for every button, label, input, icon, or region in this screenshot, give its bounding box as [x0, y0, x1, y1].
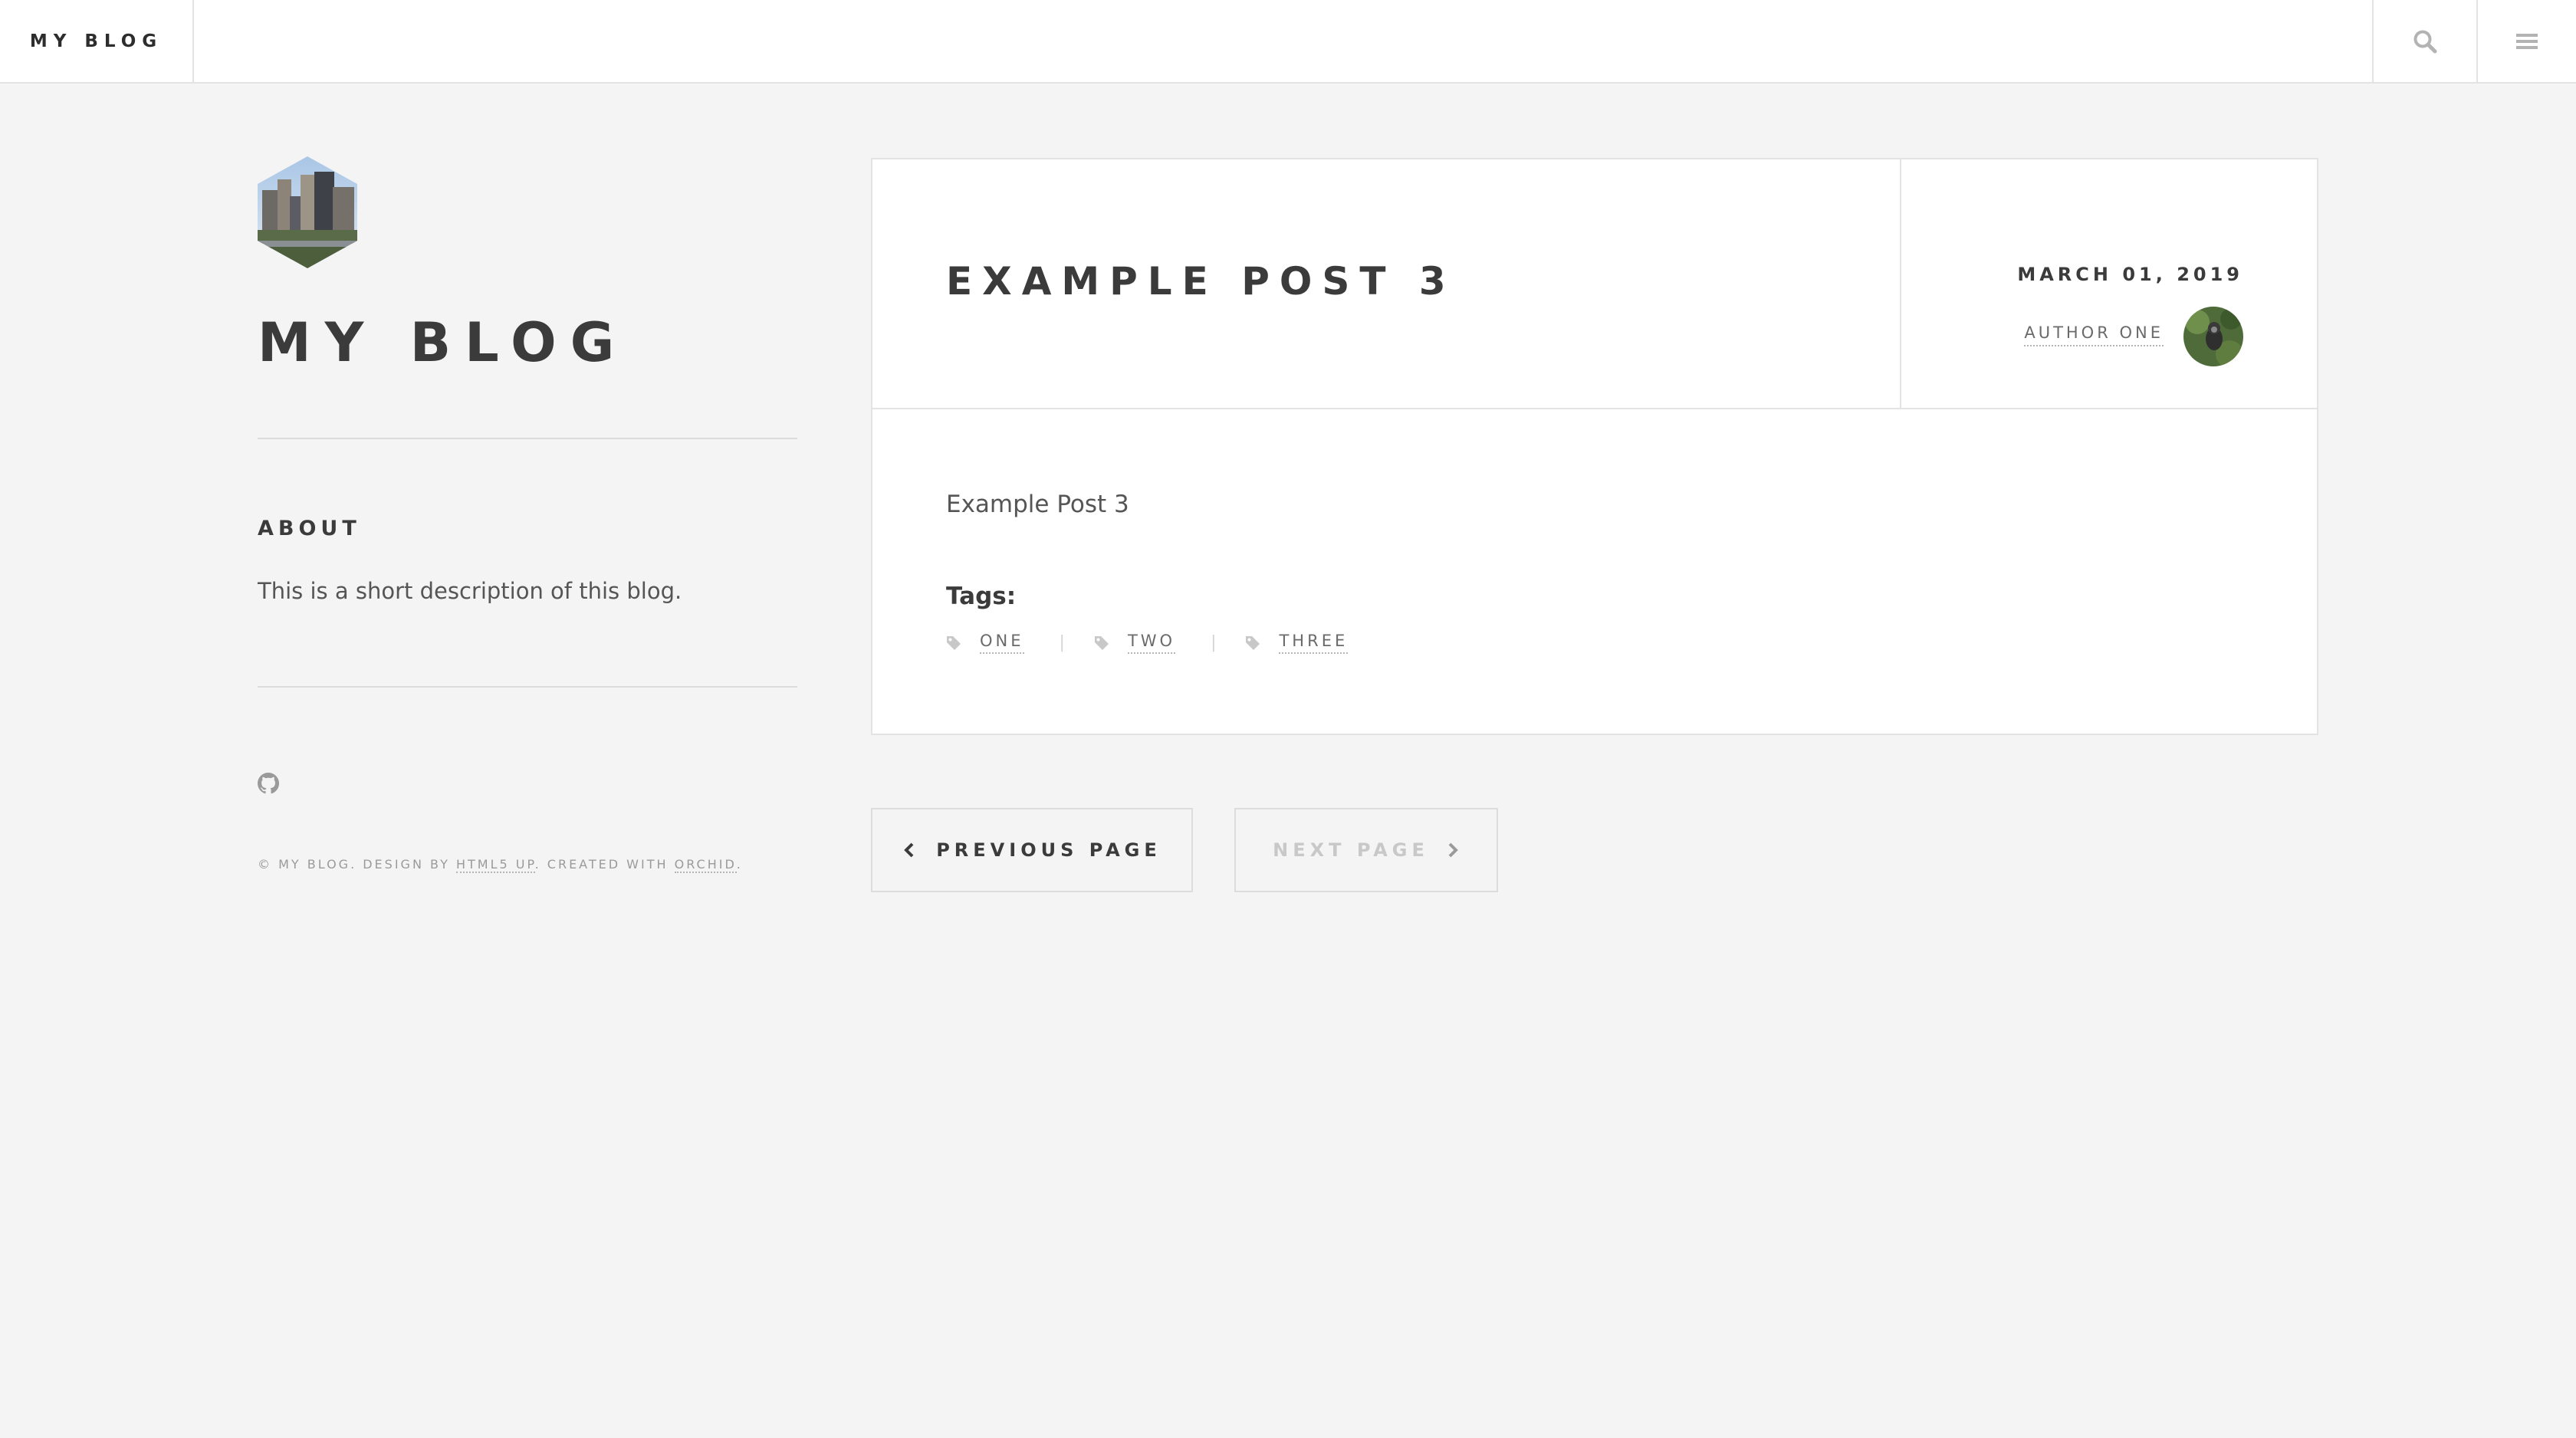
- site-title[interactable]: MY BLOG: [258, 311, 628, 374]
- copyright-prefix: © MY BLOG. DESIGN BY: [258, 857, 456, 872]
- sidebar-divider: [258, 438, 797, 439]
- tag-item[interactable]: TWO: [1094, 632, 1176, 654]
- sidebar-divider: [258, 686, 797, 688]
- chevron-right-icon: [1448, 842, 1458, 858]
- post-meta: MARCH 01, 2019 AUTHOR ONE: [1900, 159, 2317, 408]
- post-title[interactable]: EXAMPLE POST 3: [946, 259, 1456, 304]
- copyright-suffix: .: [736, 857, 743, 872]
- next-page-label: NEXT PAGE: [1273, 839, 1429, 861]
- footer-copyright: © MY BLOG. DESIGN BY HTML5 UP. CREATED W…: [258, 857, 743, 873]
- author-avatar[interactable]: [2183, 307, 2243, 366]
- tag-label[interactable]: ONE: [980, 632, 1024, 654]
- previous-page-button[interactable]: PREVIOUS PAGE: [871, 808, 1193, 892]
- city-skyline-hexagon-logo: [258, 156, 357, 268]
- site-logo[interactable]: [258, 156, 357, 268]
- tags-label: Tags:: [946, 583, 1017, 610]
- tag-icon: [1246, 635, 1260, 650]
- tag-label[interactable]: TWO: [1127, 632, 1176, 654]
- tag-item[interactable]: ONE: [946, 632, 1024, 654]
- search-icon: [2413, 30, 2437, 53]
- author-avatar-image: [2183, 307, 2243, 366]
- post-body: Example Post 3: [946, 491, 1129, 518]
- author-name-link[interactable]: AUTHOR ONE: [2024, 323, 2164, 346]
- tag-list: ONE | TWO | THREE: [946, 632, 1349, 654]
- tag-icon: [1094, 635, 1109, 650]
- previous-page-label: PREVIOUS PAGE: [936, 839, 1162, 861]
- top-header: MY BLOG: [0, 0, 2576, 84]
- post-header: EXAMPLE POST 3 MARCH 01, 2019 AUTHOR ONE: [872, 159, 2317, 409]
- hamburger-menu-icon: [2516, 33, 2538, 49]
- post-date: MARCH 01, 2019: [2017, 264, 2243, 285]
- html5up-link[interactable]: HTML5 UP: [455, 857, 535, 873]
- tag-icon: [947, 635, 961, 650]
- tag-separator: |: [1211, 633, 1217, 652]
- next-page-button[interactable]: NEXT PAGE: [1234, 808, 1498, 892]
- tag-item[interactable]: THREE: [1245, 632, 1349, 654]
- about-description: This is a short description of this blog…: [258, 578, 682, 604]
- post-card: EXAMPLE POST 3 MARCH 01, 2019 AUTHOR ONE…: [871, 158, 2318, 735]
- chevron-left-icon: [904, 842, 914, 858]
- orchid-link[interactable]: ORCHID: [674, 857, 737, 873]
- tag-separator: |: [1059, 633, 1065, 652]
- search-button[interactable]: [2372, 0, 2476, 82]
- github-link[interactable]: [258, 773, 279, 794]
- github-icon: [258, 773, 279, 794]
- about-heading: ABOUT: [258, 517, 361, 540]
- tag-label[interactable]: THREE: [1279, 632, 1349, 654]
- menu-button[interactable]: [2476, 0, 2576, 82]
- copyright-middle: . CREATED WITH: [534, 857, 675, 872]
- header-brand-link[interactable]: MY BLOG: [0, 0, 194, 82]
